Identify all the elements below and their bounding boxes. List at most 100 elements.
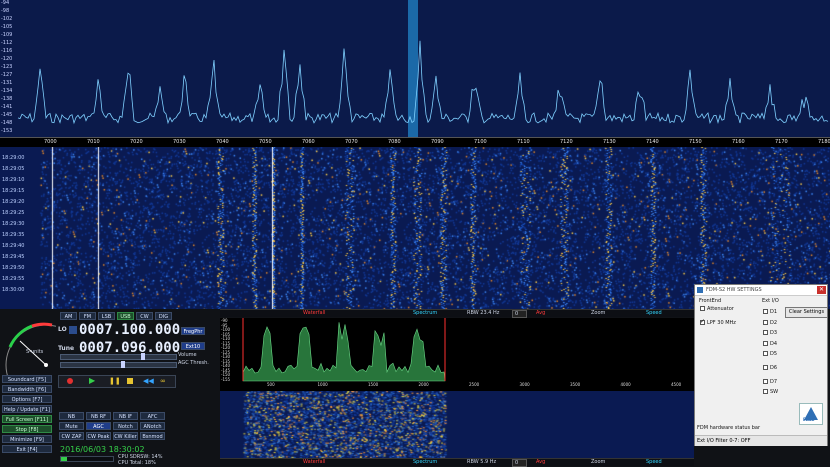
extio-checkbox[interactable] bbox=[763, 309, 768, 314]
waterfall-controlbar-top[interactable]: Waterfall Spectrum RBW 23.4 Hz 0 Avg Zoo… bbox=[220, 309, 694, 318]
db-tick-label: -116 bbox=[1, 48, 13, 54]
pause-icon[interactable]: ❚❚ bbox=[109, 377, 121, 385]
agc-threshold-slider[interactable] bbox=[60, 361, 177, 368]
waterfall-label-top[interactable]: Waterfall bbox=[303, 310, 325, 316]
loop-icon[interactable]: ∞ bbox=[160, 377, 166, 385]
waterfall-timestamp: 18:29:30 bbox=[2, 221, 25, 227]
side-button[interactable]: Full Screen [F11] bbox=[2, 415, 52, 423]
mode-button-lsb[interactable]: LSB bbox=[98, 312, 115, 320]
stop-icon[interactable] bbox=[127, 378, 133, 384]
extio-checkbox[interactable] bbox=[763, 351, 768, 356]
ext10-button[interactable]: Ext10 bbox=[181, 342, 205, 350]
cpu-bar bbox=[60, 456, 114, 462]
dsp-button[interactable]: Mute bbox=[59, 422, 84, 430]
agc-threshold-label: AGC Thresh. bbox=[178, 360, 209, 366]
db-tick-label: -94 bbox=[1, 0, 10, 6]
rewind-icon[interactable]: ◀◀ bbox=[143, 377, 154, 385]
audio-waterfall[interactable] bbox=[220, 391, 694, 458]
waterfall-timestamp: 18:29:10 bbox=[2, 177, 25, 183]
avg-label-top[interactable]: Avg bbox=[536, 310, 545, 316]
waterfall-timestamp: 18:29:15 bbox=[2, 188, 25, 194]
speed-label-bottom[interactable]: Speed bbox=[646, 459, 662, 465]
lo-label: LO bbox=[58, 326, 67, 333]
dsp-button[interactable]: ANotch bbox=[140, 422, 165, 430]
close-icon[interactable]: ✕ bbox=[817, 286, 826, 294]
freq-tick-label: 7100 bbox=[474, 139, 487, 145]
lpf-checkbox[interactable] bbox=[700, 318, 705, 325]
waterfall-controlbar-bottom[interactable]: Waterfall Spectrum RBW 5.9 Hz 0 Avg Zoom… bbox=[220, 458, 694, 467]
volume-slider[interactable] bbox=[60, 353, 177, 360]
attenuator-checkbox[interactable] bbox=[700, 306, 705, 311]
dsp-button[interactable]: NB IF bbox=[113, 412, 138, 420]
extio-label: Ext I/O bbox=[762, 298, 779, 304]
side-button[interactable]: Exit [F4] bbox=[2, 445, 52, 453]
extio-label-item: D6 bbox=[770, 365, 778, 371]
dsp-button[interactable]: NB RF bbox=[86, 412, 111, 420]
mode-button-dig[interactable]: DIG bbox=[155, 312, 172, 320]
side-button[interactable]: Minimize [F9] bbox=[2, 435, 52, 443]
extio-checkbox[interactable] bbox=[763, 389, 768, 394]
extio-checkbox[interactable] bbox=[763, 320, 768, 325]
mode-button-usb[interactable]: USB bbox=[117, 312, 134, 320]
tuning-marker[interactable] bbox=[408, 0, 418, 137]
side-button[interactable]: Help / Update [F1] bbox=[2, 405, 52, 413]
db-tick-label: -127 bbox=[1, 72, 13, 78]
freq-tick-label: 7080 bbox=[388, 139, 401, 145]
freq-tick-label: 7140 bbox=[646, 139, 659, 145]
frontend-label: FrontEnd bbox=[699, 298, 722, 304]
rbw-select-bottom[interactable]: 0 bbox=[512, 459, 528, 467]
dsp-button[interactable]: CW Killer bbox=[113, 432, 138, 440]
freq-tick-label: 7070 bbox=[345, 139, 358, 145]
spectrum-label-top[interactable]: Spectrum bbox=[413, 310, 437, 316]
extio-label-item: D3 bbox=[770, 330, 778, 336]
db-scale: -94 -98 -102 -105 -109 -112 -116 -120 -123 -127 -1… bbox=[0, 0, 18, 137]
freq-tick-label: 7020 bbox=[130, 139, 143, 145]
clear-settings-button[interactable]: Clear Settings bbox=[785, 307, 828, 318]
status-label: FDM hardware status bar bbox=[697, 425, 761, 431]
side-button[interactable]: Bandwidth [F6] bbox=[2, 385, 52, 393]
rbw-select-top[interactable]: 0 bbox=[512, 310, 528, 318]
freq-tick-label: 7090 bbox=[431, 139, 444, 145]
extio-checkbox[interactable] bbox=[763, 341, 768, 346]
mode-button-am[interactable]: AM bbox=[60, 312, 77, 320]
mode-button-fm[interactable]: FM bbox=[79, 312, 96, 320]
dsp-button[interactable]: Notch bbox=[113, 422, 138, 430]
zoom-label-bottom[interactable]: Zoom bbox=[591, 459, 605, 465]
zoom-label-top[interactable]: Zoom bbox=[591, 310, 605, 316]
fregphr-button[interactable]: FregPhr bbox=[181, 327, 205, 335]
freq-tick-label: 7030 bbox=[173, 139, 186, 145]
elad-logo-text: ELAD bbox=[803, 417, 815, 422]
record-icon[interactable] bbox=[67, 378, 73, 384]
audio-freq-label: 4000 bbox=[620, 382, 631, 387]
dialog-titlebar[interactable]: FDM-S2 HW SETTINGS ✕ bbox=[695, 285, 827, 296]
play-icon[interactable]: ▶ bbox=[89, 377, 95, 385]
audio-freq-label: 500 bbox=[267, 382, 275, 387]
waterfall-label-bottom[interactable]: Waterfall bbox=[303, 459, 325, 465]
lo-lock-icon[interactable] bbox=[69, 326, 77, 334]
dsp-button[interactable]: Bsnmod bbox=[140, 432, 165, 440]
db-tick-label: -131 bbox=[1, 80, 13, 86]
dsp-button[interactable]: CW ZAP bbox=[59, 432, 84, 440]
app-icon bbox=[697, 287, 703, 293]
freq-tick-label: 7120 bbox=[560, 139, 573, 145]
mode-button-cw[interactable]: CW bbox=[136, 312, 153, 320]
extio-checkbox[interactable] bbox=[763, 330, 768, 335]
dsp-button[interactable]: AGC Slow bbox=[86, 422, 111, 438]
side-button[interactable]: Soundcard [F5] bbox=[2, 375, 52, 383]
dsp-button[interactable]: AFC bbox=[140, 412, 165, 420]
db-tick-label: -145 bbox=[1, 112, 13, 118]
spectrum-label-bottom[interactable]: Spectrum bbox=[413, 459, 437, 465]
avg-label-bottom[interactable]: Avg bbox=[536, 459, 545, 465]
waterfall-timestamp: 18:29:35 bbox=[2, 232, 25, 238]
dsp-button[interactable]: NB bbox=[59, 412, 84, 420]
audio-spectrum[interactable]: -90 -95 -100 -105 -110 -115 -120 -125 -130 -135 -1… bbox=[220, 318, 694, 391]
lo-frequency[interactable]: 0007.100.000 bbox=[79, 322, 180, 338]
extio-checkbox[interactable] bbox=[763, 365, 768, 370]
extio-checkbox[interactable] bbox=[763, 379, 768, 384]
side-button[interactable]: Options [F7] bbox=[2, 395, 52, 403]
speed-label-top[interactable]: Speed bbox=[646, 310, 662, 316]
spectrum-display[interactable]: -94 -98 -102 -105 -109 -112 -116 -120 -123 -127 -1… bbox=[0, 0, 830, 137]
waterfall-timestamp: 18:29:05 bbox=[2, 166, 25, 172]
side-button[interactable]: Stop [F8] bbox=[2, 425, 52, 433]
dsp-button[interactable]: CW Peak bbox=[86, 432, 111, 440]
